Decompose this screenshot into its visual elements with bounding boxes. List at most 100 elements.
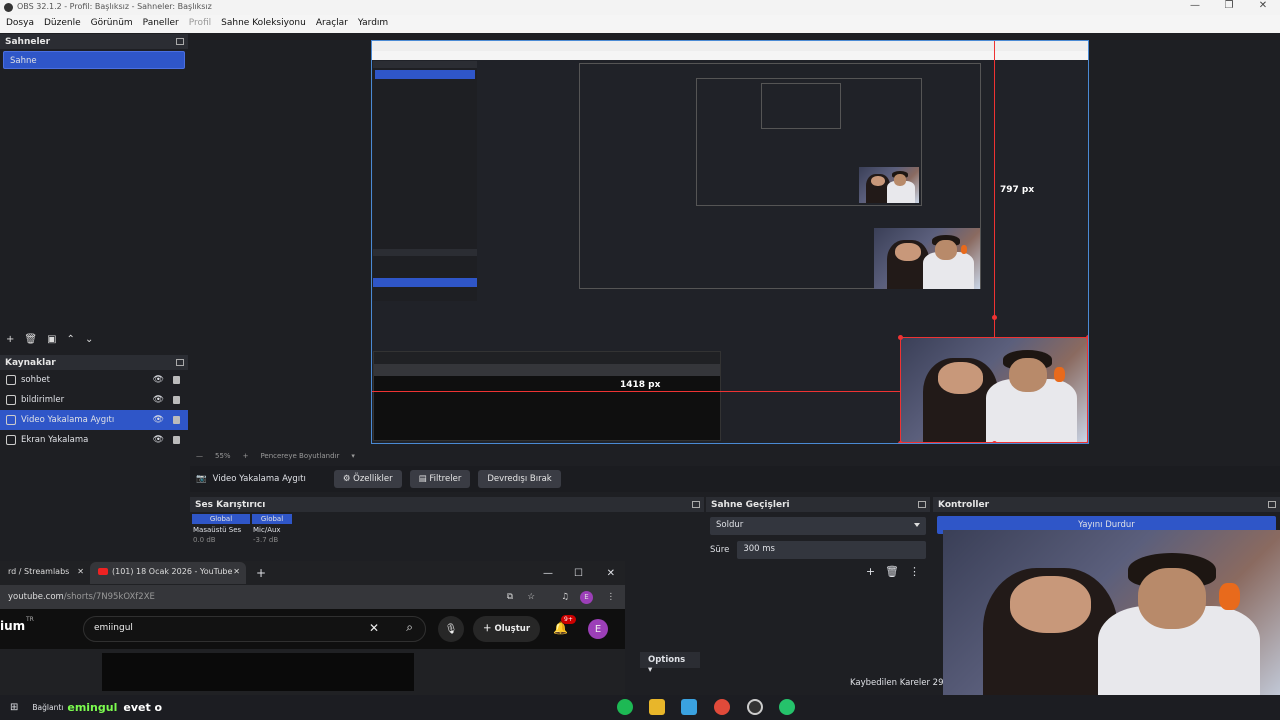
youtube-brand[interactable]: ium — [0, 619, 25, 633]
preview-canvas[interactable]: 797 px 1418 px — [371, 40, 1089, 444]
source-item-sohbet[interactable]: sohbet 👁 — [0, 370, 188, 390]
nested-menubar — [372, 51, 1088, 60]
undock-icon[interactable] — [176, 359, 184, 366]
address-bar[interactable]: youtube.com/shorts/7N95kOXf2XE ⧉ ☆ ♫ E ⋮ — [0, 585, 625, 609]
menu-kebab-icon[interactable]: ⋮ — [607, 592, 616, 602]
youtube-search-input[interactable]: emiingul ✕ ⌕ — [83, 616, 426, 642]
dropped-frames-status: Kaybedilen Kareler 29 — [850, 678, 944, 688]
account-avatar[interactable]: E — [588, 619, 608, 639]
search-icon[interactable]: ⌕ — [406, 620, 413, 635]
horizontal-distance-guide — [372, 391, 900, 392]
visibility-eye-icon[interactable]: 👁 — [153, 375, 164, 385]
file-explorer-icon[interactable] — [649, 699, 665, 715]
nested-webcam-medium — [874, 228, 980, 289]
add-scene-icon[interactable]: + — [6, 334, 14, 345]
zoom-in-icon[interactable]: + — [243, 452, 249, 460]
menu-scene-collection[interactable]: Sahne Koleksiyonu — [221, 18, 306, 30]
source-item-video-capture[interactable]: Video Yakalama Aygıtı 👁 — [0, 410, 188, 430]
visibility-eye-icon[interactable]: 👁 — [153, 435, 164, 445]
source-item-bildirimler[interactable]: bildirimler 👁 — [0, 390, 188, 410]
lock-icon[interactable] — [173, 436, 180, 444]
lock-icon[interactable] — [173, 396, 180, 404]
lock-icon[interactable] — [173, 376, 180, 384]
chat-message: evet o — [123, 701, 163, 714]
new-tab-icon[interactable]: + — [256, 566, 266, 580]
move-up-icon[interactable]: ⌃ — [67, 334, 75, 345]
channel-name: Mic/Aux — [253, 526, 281, 534]
close-window-icon[interactable]: ✕ — [607, 568, 615, 579]
chevron-down-icon[interactable]: ▾ — [351, 452, 355, 460]
install-app-icon[interactable]: ⧉ — [507, 592, 513, 602]
notification-badge: 9+ — [561, 615, 576, 624]
app-icon[interactable] — [681, 699, 697, 715]
create-button[interactable]: ＋ Oluştur — [473, 616, 541, 642]
transition-select[interactable]: Soldur — [710, 517, 926, 535]
minimize-icon[interactable]: — — [543, 568, 553, 579]
resize-handle[interactable] — [898, 441, 903, 443]
bookmark-star-icon[interactable]: ☆ — [527, 592, 535, 602]
scene-item-sahne[interactable]: Sahne — [3, 51, 185, 69]
windows-start-icon[interactable]: ⊞ — [10, 702, 18, 713]
options-button[interactable]: Options ▾ — [640, 652, 700, 675]
undock-icon[interactable] — [692, 501, 700, 508]
resize-handle[interactable] — [1086, 335, 1088, 340]
voice-search-icon[interactable]: 🎙 — [438, 616, 464, 642]
visibility-eye-icon[interactable]: 👁 — [153, 395, 164, 405]
menu-file[interactable]: Dosya — [6, 18, 34, 30]
scene-filters-icon[interactable]: ▣ — [47, 334, 56, 345]
spotify-icon[interactable] — [617, 699, 633, 715]
taskbar: ⊞ Bağlantı emingul evet o — [0, 695, 1280, 720]
zoom-out-icon[interactable]: — — [196, 452, 203, 460]
resize-handle[interactable] — [992, 441, 997, 443]
video-area — [102, 653, 414, 691]
selection-bounding-box[interactable] — [900, 337, 1088, 443]
maximize-button[interactable]: ❐ — [1212, 0, 1246, 11]
tab-streamlabs[interactable]: rd / Streamlabs ✕ — [0, 562, 90, 584]
close-tab-icon[interactable]: ✕ — [233, 567, 240, 576]
resize-handle[interactable] — [1086, 441, 1088, 443]
menu-profile[interactable]: Profil — [189, 18, 211, 30]
nested-webcam-small — [859, 167, 919, 203]
undock-icon[interactable] — [1268, 501, 1276, 508]
menu-edit[interactable]: Düzenle — [44, 18, 81, 30]
zoom-level: 55% — [215, 452, 231, 460]
filters-button[interactable]: ▤ Filtreler — [409, 470, 471, 488]
lock-icon[interactable] — [173, 416, 180, 424]
vertical-measure-label: 797 px — [1000, 185, 1035, 195]
undock-icon[interactable] — [918, 501, 926, 508]
resize-handle[interactable] — [898, 335, 903, 340]
minimize-button[interactable]: — — [1178, 0, 1212, 11]
youtube-header: ium TR emiingul ✕ ⌕ 🎙 ＋ Oluştur 🔔 9+ E — [0, 609, 625, 649]
close-button[interactable]: ✕ — [1246, 0, 1280, 11]
clear-search-icon[interactable]: ✕ — [369, 621, 379, 635]
remove-scene-icon[interactable]: 🗑 — [24, 334, 37, 345]
menu-view[interactable]: Görünüm — [91, 18, 133, 30]
properties-button[interactable]: ⚙ Özellikler — [333, 470, 402, 488]
add-transition-icon[interactable]: + — [866, 565, 875, 578]
deactivate-button[interactable]: Devredışı Bırak — [478, 470, 561, 488]
streamlabs-icon[interactable] — [779, 699, 795, 715]
transitions-dock-title: Sahne Geçişleri — [706, 497, 930, 512]
mixer-dock-title: Ses Karıştırıcı — [190, 497, 704, 512]
profile-avatar[interactable]: E — [580, 590, 593, 604]
visibility-eye-icon[interactable]: 👁 — [153, 415, 164, 425]
more-options-icon[interactable]: ⋮ — [909, 565, 920, 578]
menu-tools[interactable]: Araçlar — [316, 18, 348, 30]
duration-spinbox[interactable]: 300 ms — [737, 541, 926, 559]
remove-transition-icon[interactable]: 🗑 — [885, 565, 899, 578]
camera-icon — [6, 415, 16, 425]
tab-youtube[interactable]: (101) 18 Ocak 2026 - YouTube ✕ — [90, 562, 246, 584]
menu-docks[interactable]: Paneller — [143, 18, 179, 30]
source-item-screen-capture[interactable]: Ekran Yakalama 👁 — [0, 430, 188, 450]
channel-name: Masaüstü Ses — [193, 526, 242, 534]
menu-help[interactable]: Yardım — [358, 18, 388, 30]
chrome-icon[interactable] — [714, 699, 730, 715]
close-tab-icon[interactable]: ✕ — [77, 567, 84, 576]
fit-to-window-dropdown[interactable]: Pencereye Boyutlandır — [260, 452, 339, 460]
maximize-icon[interactable]: ☐ — [574, 568, 583, 579]
nested-preview-level3 — [696, 78, 922, 206]
media-controls-icon[interactable]: ♫ — [561, 592, 569, 602]
undock-icon[interactable] — [176, 38, 184, 45]
move-down-icon[interactable]: ⌄ — [85, 334, 93, 345]
obs-taskbar-icon[interactable] — [747, 699, 763, 715]
